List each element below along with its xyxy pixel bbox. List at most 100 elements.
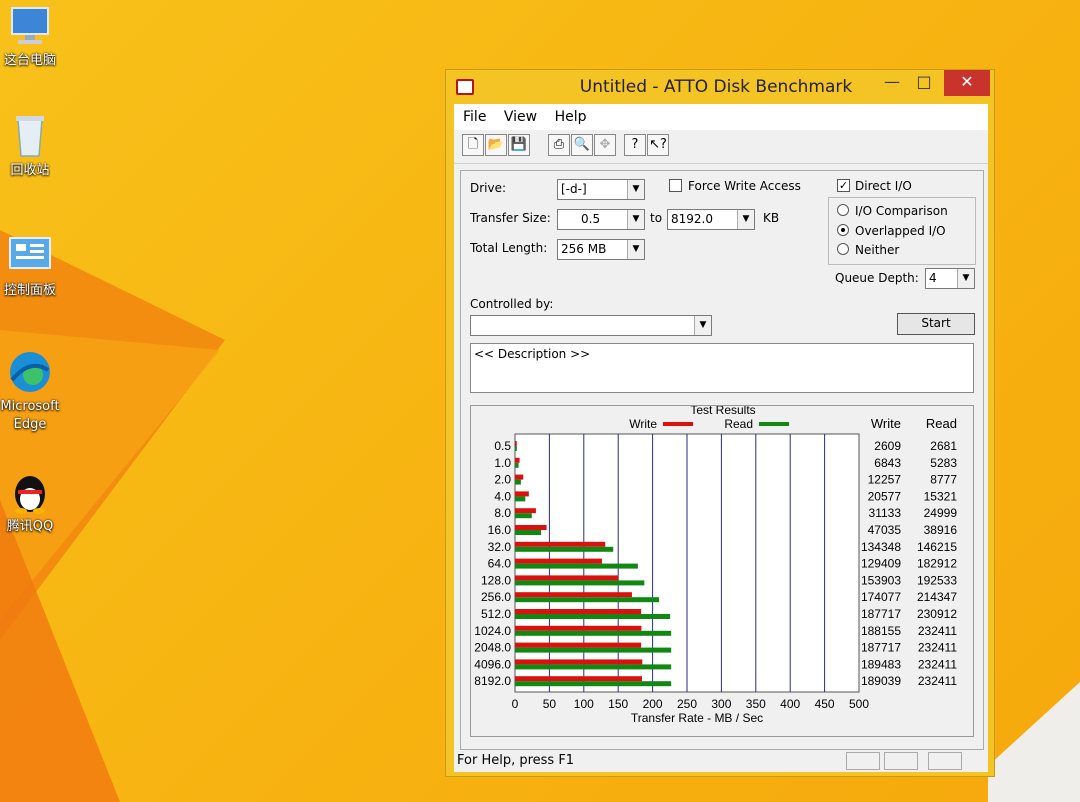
transfer-from-select[interactable]: 0.5 ▼ [557, 209, 645, 230]
y-tick-label: 512.0 [481, 607, 511, 621]
write-bar [515, 508, 536, 514]
toolbar: 🗋 📂 💾 ⎙ 🔍 ✥ ? ↖? [454, 130, 988, 164]
wallpaper-shape [0, 500, 120, 802]
write-bar [515, 575, 619, 581]
y-tick-label: 256.0 [481, 590, 511, 604]
menu-help[interactable]: Help [555, 104, 587, 130]
x-tick-label: 50 [543, 697, 557, 711]
read-value-label: 232411 [918, 674, 957, 688]
print-preview-icon[interactable]: 🔍 [571, 134, 593, 156]
write-bar [515, 558, 602, 564]
drive-value: [-d-] [561, 182, 587, 196]
total-length-value: 256 MB [561, 242, 607, 256]
new-icon[interactable]: 🗋 [462, 134, 484, 156]
direct-io-label: Direct I/O [855, 179, 912, 193]
close-button[interactable]: ✕ [944, 70, 990, 96]
write-bar [515, 659, 643, 665]
write-value-label: 174077 [861, 590, 901, 604]
legend-read-label: Read [724, 417, 753, 431]
force-write-checkbox[interactable] [669, 179, 682, 192]
read-value-label: 230912 [917, 607, 957, 621]
y-tick-label: 4096.0 [474, 657, 511, 671]
x-tick-label: 450 [815, 697, 835, 711]
write-value-label: 134348 [861, 540, 901, 554]
desktop-icon-edge[interactable]: Microsoft Edge [0, 348, 68, 434]
menu-file[interactable]: File [463, 104, 486, 130]
start-button[interactable]: Start [897, 313, 975, 335]
transfer-unit-label: KB [763, 211, 780, 225]
open-icon[interactable]: 📂 [485, 134, 507, 156]
status-pane [928, 752, 962, 770]
controlled-by-label: Controlled by: [470, 297, 554, 311]
y-tick-label: 2.0 [494, 473, 511, 487]
write-bar [515, 625, 642, 631]
desktop-icon-label: 腾讯QQ [6, 519, 54, 534]
write-value-label: 189483 [861, 657, 901, 671]
chevron-down-icon[interactable]: ▼ [694, 316, 711, 335]
y-tick-label: 1.0 [494, 456, 511, 470]
print-icon[interactable]: ⎙ [548, 134, 570, 156]
write-bar [515, 491, 529, 497]
write-value-label: 2609 [874, 439, 901, 453]
x-tick-label: 400 [780, 697, 800, 711]
maximize-button[interactable]: □ [908, 70, 940, 96]
direct-io-checkbox[interactable]: ✓ [837, 179, 850, 192]
control-panel-icon [6, 232, 54, 280]
overlapped-io-radio[interactable] [837, 224, 849, 236]
minimize-button[interactable]: — [876, 70, 908, 96]
chevron-down-icon[interactable]: ▼ [737, 210, 754, 229]
write-value-label: 47035 [868, 523, 902, 537]
desktop-icon-qq[interactable]: 腾讯QQ [0, 468, 68, 536]
desktop-icon-this-pc[interactable]: 这台电脑 [0, 2, 68, 70]
legend-read-swatch [759, 422, 789, 426]
total-length-select[interactable]: 256 MB ▼ [557, 239, 645, 260]
read-bar [515, 597, 660, 603]
y-tick-label: 1024.0 [474, 624, 511, 638]
y-tick-label: 64.0 [488, 557, 512, 571]
help-icon[interactable]: ? [624, 134, 646, 156]
context-help-icon[interactable]: ↖? [647, 134, 669, 156]
menu-view[interactable]: View [504, 104, 537, 130]
move-icon[interactable]: ✥ [594, 134, 616, 156]
desktop-icon-label: Microsoft Edge [0, 399, 60, 432]
read-value-label: 182912 [917, 557, 957, 571]
description-field[interactable]: << Description >> [470, 343, 974, 393]
write-value-label: 187717 [861, 641, 901, 655]
y-tick-label: 128.0 [481, 573, 511, 587]
transfer-to-value: 8192.0 [671, 212, 713, 226]
io-comparison-radio[interactable] [837, 204, 849, 216]
chevron-down-icon[interactable]: ▼ [627, 210, 644, 229]
legend-write-swatch [663, 422, 693, 426]
status-pane [846, 752, 880, 770]
write-bar [515, 592, 632, 598]
x-tick-label: 100 [574, 697, 594, 711]
queue-depth-value: 4 [929, 271, 937, 285]
read-value-label: 232411 [918, 641, 957, 655]
desktop-icon-recycle-bin[interactable]: 回收站 [0, 112, 68, 180]
title-bar[interactable]: Untitled - ATTO Disk Benchmark — □ ✕ [446, 70, 994, 104]
y-tick-label: 32.0 [488, 540, 512, 554]
x-tick-label: 500 [849, 697, 869, 711]
transfer-to-select[interactable]: 8192.0 ▼ [667, 209, 755, 230]
neither-radio[interactable] [837, 243, 849, 255]
write-value-label: 153903 [861, 573, 901, 587]
write-value-label: 31133 [869, 506, 902, 520]
y-tick-label: 0.5 [494, 439, 511, 453]
queue-depth-select[interactable]: 4 ▼ [925, 268, 975, 289]
overlapped-io-label: Overlapped I/O [855, 224, 946, 238]
chevron-down-icon[interactable]: ▼ [627, 180, 644, 199]
save-icon[interactable]: 💾 [508, 134, 530, 156]
status-bar: For Help, press F1 [454, 750, 988, 772]
desktop-icon-control-panel[interactable]: 控制面板 [0, 232, 68, 300]
atto-window: Untitled - ATTO Disk Benchmark — □ ✕ Fil… [445, 69, 995, 777]
atto-app-icon[interactable] [456, 79, 474, 95]
transfer-to-label: to [650, 211, 663, 225]
controlled-by-select[interactable]: ▼ [470, 315, 712, 336]
chevron-down-icon[interactable]: ▼ [957, 269, 974, 288]
read-value-label: 24999 [924, 506, 958, 520]
read-value-label: 214347 [917, 590, 957, 604]
chevron-down-icon[interactable]: ▼ [627, 240, 644, 259]
read-value-label: 38916 [924, 523, 958, 537]
drive-select[interactable]: [-d-] ▼ [557, 179, 645, 200]
read-bar [515, 462, 519, 468]
